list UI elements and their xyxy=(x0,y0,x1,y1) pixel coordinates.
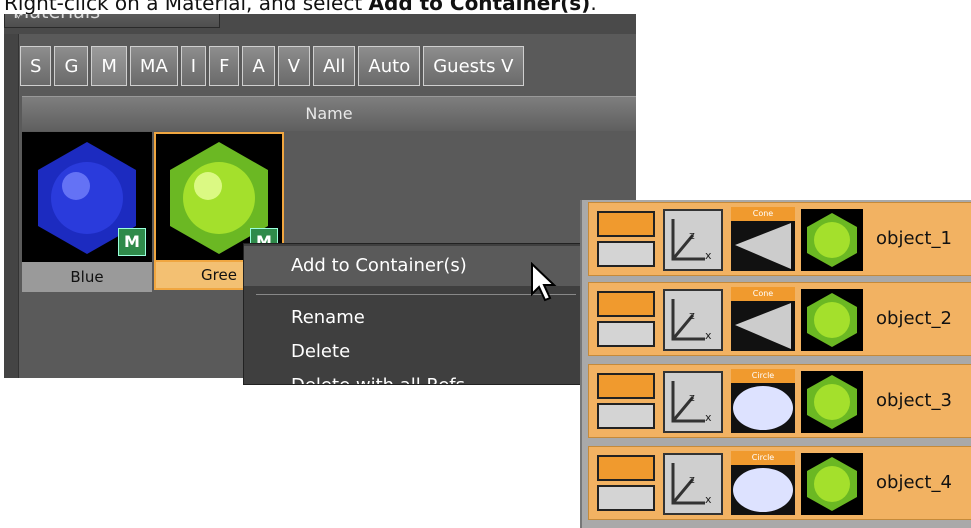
circle-geometry-icon: Circle xyxy=(731,369,795,433)
material-badge: M xyxy=(118,228,146,256)
materials-dropdown[interactable]: Materials ▽ xyxy=(4,14,220,28)
svg-text:x: x xyxy=(705,493,712,506)
name-column-header[interactable]: Name xyxy=(22,96,636,131)
tab-ma[interactable]: MA xyxy=(129,46,178,86)
material-green-icon xyxy=(801,289,863,351)
panel-left-strip[interactable] xyxy=(4,34,19,378)
tab-f[interactable]: F xyxy=(209,46,240,86)
eye-icon[interactable] xyxy=(597,291,655,317)
object-row[interactable]: zx Circle object_4 xyxy=(588,446,971,520)
lock-icon[interactable] xyxy=(597,321,655,347)
svg-text:z: z xyxy=(689,309,695,322)
svg-text:z: z xyxy=(689,391,695,404)
visibility-toggle[interactable] xyxy=(597,291,657,347)
object-name: object_1 xyxy=(876,228,952,249)
material-green-icon xyxy=(801,453,863,515)
svg-text:z: z xyxy=(689,473,695,486)
tab-auto[interactable]: Auto xyxy=(358,46,421,86)
svg-text:x: x xyxy=(705,249,712,262)
tab-a[interactable]: A xyxy=(242,46,275,86)
visibility-toggle[interactable] xyxy=(597,211,657,267)
cone-geometry-icon: Cone xyxy=(731,207,795,271)
cone-geometry-icon: Cone xyxy=(731,287,795,351)
object-name: object_4 xyxy=(876,472,952,493)
object-row[interactable]: zx Cone object_1 xyxy=(588,202,971,276)
material-green-icon xyxy=(801,209,863,271)
object-row[interactable]: zx Cone object_2 xyxy=(588,282,971,356)
visibility-toggle[interactable] xyxy=(597,455,657,511)
lock-icon[interactable] xyxy=(597,485,655,511)
svg-text:x: x xyxy=(705,411,712,424)
object-name: object_2 xyxy=(876,308,952,329)
circle-geometry-icon: Circle xyxy=(731,451,795,515)
tab-v[interactable]: V xyxy=(277,46,311,86)
transform-axis-icon: zx xyxy=(663,453,723,515)
object-list-panel: zx Cone object_1 zx Cone object_2 zx Cir… xyxy=(580,200,971,528)
menu-separator xyxy=(256,294,576,295)
eye-icon[interactable] xyxy=(597,373,655,399)
tab-i[interactable]: I xyxy=(180,46,207,86)
object-row[interactable]: zx Circle object_3 xyxy=(588,364,971,438)
tab-g[interactable]: G xyxy=(54,46,89,86)
transform-axis-icon: zx xyxy=(663,289,723,351)
tab-guests[interactable]: Guests V xyxy=(423,46,524,86)
object-name: object_3 xyxy=(876,390,952,411)
material-item-blue[interactable]: M Blue xyxy=(22,132,152,292)
panel-header: Materials ▽ xyxy=(4,14,636,34)
filter-tabs: S G M MA I F A V All Auto Guests V xyxy=(20,46,524,90)
transform-axis-icon: zx xyxy=(663,209,723,271)
lock-icon[interactable] xyxy=(597,241,655,267)
tab-all[interactable]: All xyxy=(313,46,356,86)
chevron-down-icon: ▽ xyxy=(13,14,191,21)
tab-m[interactable]: M xyxy=(91,46,127,86)
menu-item-delete-with-refs[interactable]: Delete with all Refs xyxy=(244,366,581,384)
material-label: Blue xyxy=(22,262,152,292)
eye-icon[interactable] xyxy=(597,455,655,481)
transform-axis-icon: zx xyxy=(663,371,723,433)
visibility-toggle[interactable] xyxy=(597,373,657,429)
material-green-icon xyxy=(801,371,863,433)
eye-icon[interactable] xyxy=(597,211,655,237)
instruction-text: Right-click on a Material, and select Ad… xyxy=(4,0,597,15)
tab-s[interactable]: S xyxy=(20,46,52,86)
mouse-cursor-icon xyxy=(531,262,557,302)
svg-text:z: z xyxy=(689,229,695,242)
lock-icon[interactable] xyxy=(597,403,655,429)
material-thumbnail: M xyxy=(22,132,152,262)
svg-text:x: x xyxy=(705,329,712,342)
